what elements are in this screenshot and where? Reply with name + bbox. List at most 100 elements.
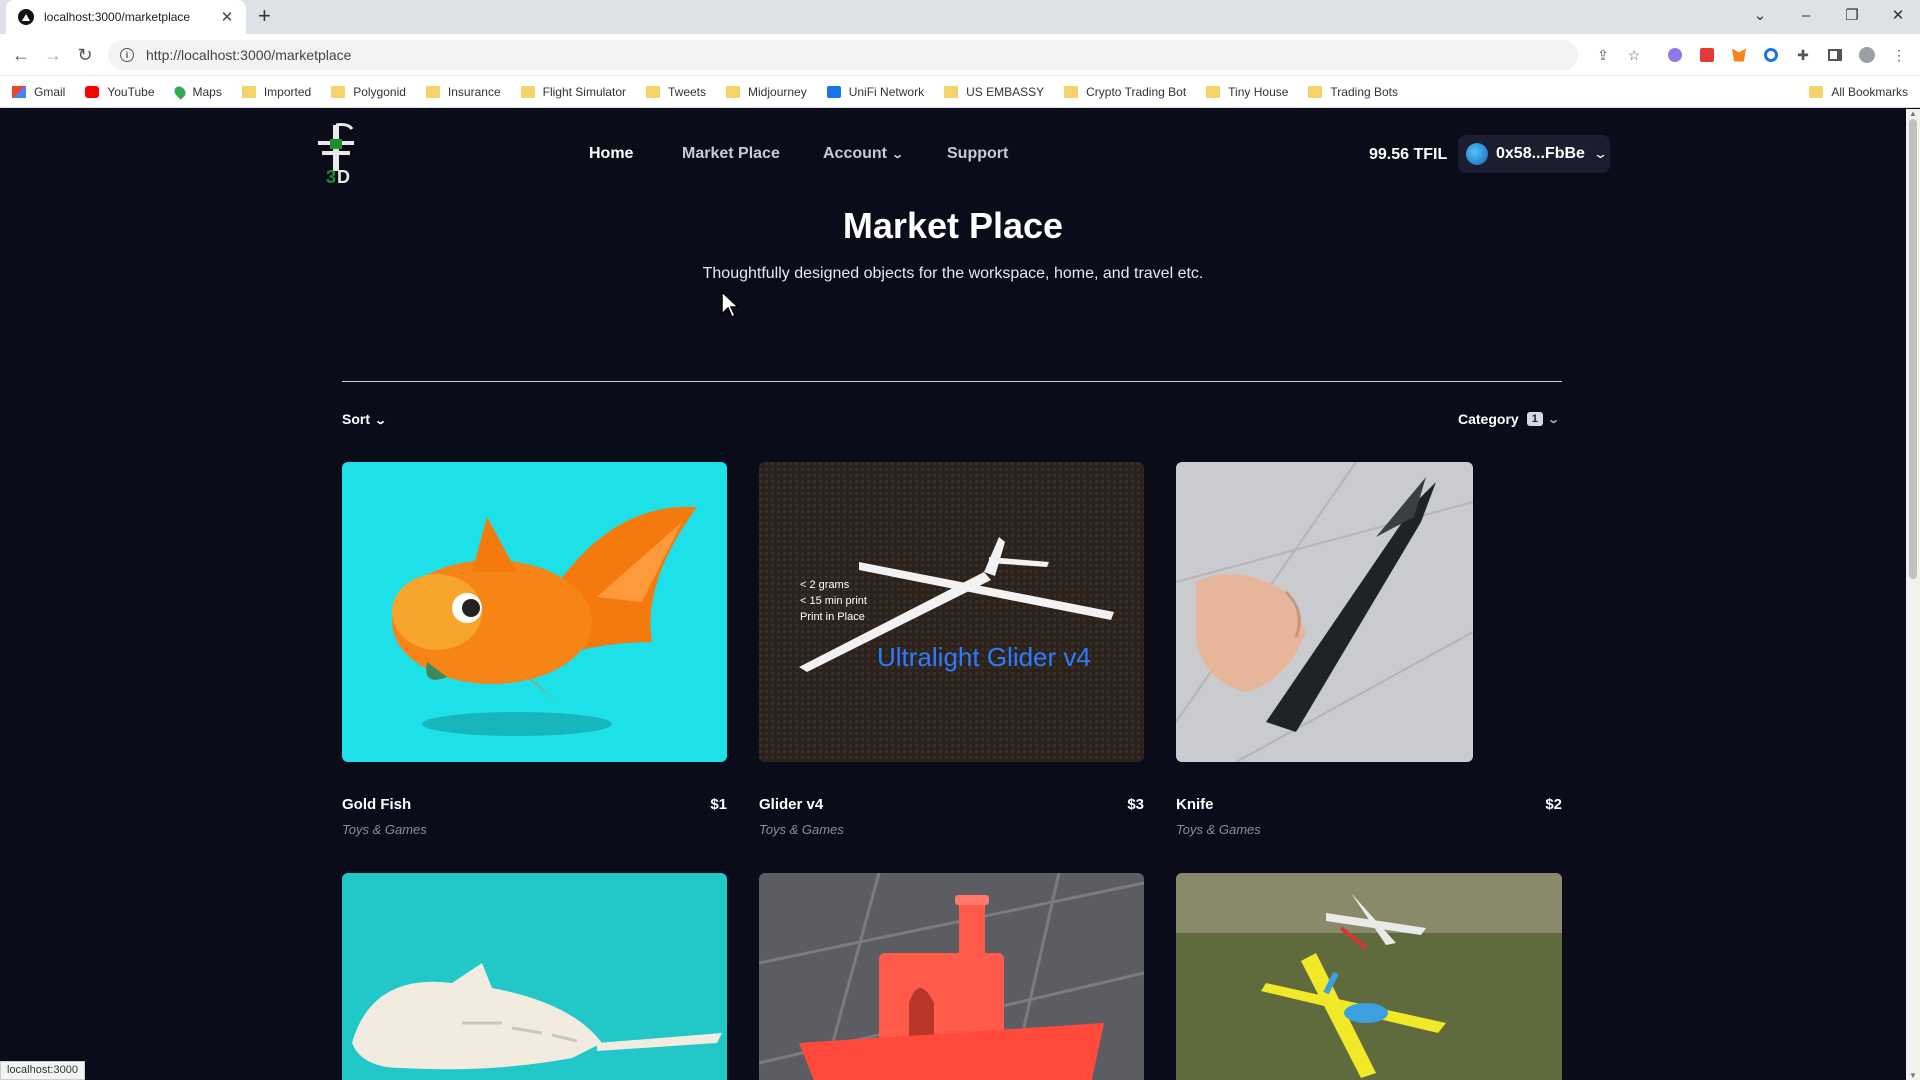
bookmark-gmail[interactable]: Gmail bbox=[12, 85, 65, 99]
folder-icon bbox=[1308, 85, 1323, 98]
extension-purple-icon[interactable] bbox=[1666, 46, 1684, 64]
site-logo[interactable]: 3 D bbox=[308, 121, 364, 187]
folder-icon bbox=[520, 85, 535, 98]
share-icon[interactable]: ⇪ bbox=[1594, 46, 1612, 64]
folder-icon bbox=[1809, 86, 1824, 98]
product-card-planes[interactable] bbox=[1176, 873, 1562, 1080]
page-scrollbar[interactable]: ▲ ▼ bbox=[1906, 109, 1920, 1080]
glider-image-text: < 2 grams < 15 min print Print in Place bbox=[800, 579, 867, 623]
bookmark-polygonid[interactable]: Polygonid bbox=[331, 85, 406, 99]
minimize-icon[interactable]: – bbox=[1784, 0, 1828, 30]
divider bbox=[342, 381, 1562, 382]
nav-account[interactable]: Account ⌄ bbox=[823, 145, 905, 163]
profile-avatar-icon[interactable] bbox=[1858, 46, 1876, 64]
bookmark-insurance[interactable]: Insurance bbox=[425, 85, 501, 99]
address-bar[interactable]: i http://localhost:3000/marketplace bbox=[108, 40, 1578, 70]
product-name: Knife bbox=[1176, 796, 1214, 813]
youtube-icon bbox=[85, 85, 100, 98]
product-price: $1 bbox=[710, 796, 727, 813]
product-image[interactable] bbox=[1176, 873, 1562, 1080]
chevron-down-icon: ⌄ bbox=[891, 149, 905, 161]
product-image[interactable] bbox=[342, 462, 727, 762]
bookmark-star-icon[interactable]: ☆ bbox=[1625, 46, 1643, 64]
folder-icon bbox=[1064, 85, 1079, 98]
tab-search-icon[interactable]: ⌄ bbox=[1738, 0, 1782, 30]
bookmark-tiny-house[interactable]: Tiny House bbox=[1206, 85, 1288, 99]
folder-icon bbox=[726, 85, 741, 98]
restore-icon[interactable]: ❐ bbox=[1830, 0, 1874, 30]
wallet-button[interactable]: 0x58...FbBe ⌄ bbox=[1458, 135, 1610, 173]
scroll-up-icon[interactable]: ▲ bbox=[1909, 109, 1917, 118]
sort-button[interactable]: Sort ⌄ bbox=[342, 411, 388, 427]
nav-support[interactable]: Support bbox=[947, 145, 1008, 163]
bookmarks-bar: Gmail YouTube Maps Imported Polygonid In… bbox=[0, 76, 1920, 108]
reload-icon[interactable]: ↻ bbox=[72, 42, 98, 68]
unifi-icon bbox=[826, 85, 841, 98]
all-bookmarks[interactable]: All Bookmarks bbox=[1809, 85, 1908, 99]
bookmark-trading-bots[interactable]: Trading Bots bbox=[1308, 85, 1398, 99]
folder-icon bbox=[944, 85, 959, 98]
chevron-down-icon: ⌄ bbox=[1546, 413, 1560, 426]
wallet-avatar-icon bbox=[1466, 143, 1488, 165]
nav-marketplace[interactable]: Market Place bbox=[682, 145, 780, 163]
folder-icon bbox=[646, 85, 660, 98]
scroll-down-icon[interactable]: ▼ bbox=[1909, 1071, 1917, 1080]
scroll-thumb[interactable] bbox=[1909, 119, 1917, 579]
product-card-glider-v4[interactable]: < 2 grams < 15 min print Print in Place … bbox=[759, 462, 1144, 842]
folder-icon bbox=[1206, 85, 1221, 98]
forward-icon[interactable]: → bbox=[40, 42, 66, 68]
side-panel-icon[interactable] bbox=[1826, 46, 1844, 64]
site-favicon-icon bbox=[18, 9, 34, 25]
nav-home[interactable]: Home bbox=[589, 145, 633, 163]
bookmark-midjourney[interactable]: Midjourney bbox=[726, 85, 807, 99]
product-image[interactable] bbox=[342, 873, 727, 1080]
tab-title: localhost:3000/marketplace bbox=[44, 10, 191, 24]
browser-toolbar: ← → ↻ i http://localhost:3000/marketplac… bbox=[0, 34, 1920, 76]
bookmark-imported[interactable]: Imported bbox=[241, 85, 311, 99]
folder-icon bbox=[241, 85, 256, 98]
product-image[interactable] bbox=[1176, 462, 1473, 762]
folder-icon bbox=[331, 85, 346, 98]
browser-tabstrip: localhost:3000/marketplace ✕ + ⌄ – ❐ ✕ bbox=[0, 0, 1920, 34]
gmail-icon bbox=[12, 85, 26, 98]
new-tab-icon[interactable]: + bbox=[258, 5, 271, 27]
product-card-gold-fish[interactable]: Gold Fish $1 Toys & Games bbox=[342, 462, 727, 842]
product-card-knife[interactable]: Knife $2 Toys & Games bbox=[1176, 462, 1562, 842]
metamask-icon[interactable] bbox=[1730, 46, 1748, 64]
close-icon[interactable]: ✕ bbox=[218, 8, 236, 26]
chevron-down-icon: ⌄ bbox=[374, 415, 388, 427]
bookmark-flight-simulator[interactable]: Flight Simulator bbox=[520, 85, 626, 99]
product-price: $2 bbox=[1545, 796, 1562, 813]
chevron-down-icon: ⌄ bbox=[1592, 146, 1609, 161]
extension-blue-ring-icon[interactable] bbox=[1762, 46, 1780, 64]
site-info-icon[interactable]: i bbox=[120, 48, 134, 62]
glider-banner-text: Ultralight Glider v4 bbox=[877, 642, 1091, 672]
window-close-icon[interactable]: ✕ bbox=[1876, 0, 1920, 30]
product-name: Glider v4 bbox=[759, 796, 824, 813]
product-image[interactable]: < 2 grams < 15 min print Print in Place … bbox=[759, 462, 1144, 762]
puzzle-extensions-icon[interactable]: ✚ bbox=[1794, 46, 1812, 64]
product-name: Gold Fish bbox=[342, 796, 412, 813]
bookmark-us-embassy[interactable]: US EMBASSY bbox=[944, 85, 1044, 99]
category-filter-button[interactable]: Category 1 ⌄ bbox=[1458, 411, 1560, 427]
svg-text:D: D bbox=[337, 167, 350, 187]
wallet-balance: 99.56 TFIL bbox=[1369, 146, 1448, 163]
product-card-benchy[interactable] bbox=[759, 873, 1144, 1080]
browser-menu-icon[interactable]: ⋮ bbox=[1890, 46, 1908, 64]
browser-tab[interactable]: localhost:3000/marketplace ✕ bbox=[6, 0, 246, 34]
back-icon[interactable]: ← bbox=[8, 42, 34, 68]
bookmark-unifi[interactable]: UniFi Network bbox=[826, 85, 924, 99]
bookmark-tweets[interactable]: Tweets bbox=[646, 85, 706, 99]
maps-pin-icon bbox=[171, 83, 188, 100]
product-category: Toys & Games bbox=[1176, 822, 1261, 837]
bookmark-crypto-trading-bot[interactable]: Crypto Trading Bot bbox=[1064, 85, 1186, 99]
bookmark-youtube[interactable]: YouTube bbox=[85, 85, 155, 99]
page-title: Market Place bbox=[842, 205, 1064, 246]
product-image[interactable] bbox=[759, 873, 1144, 1080]
wallet-address: 0x58...FbBe bbox=[1496, 145, 1585, 162]
product-card-shark[interactable] bbox=[342, 873, 727, 1080]
bookmark-maps[interactable]: Maps bbox=[171, 83, 222, 100]
product-category: Toys & Games bbox=[759, 822, 844, 837]
product-category: Toys & Games bbox=[342, 822, 427, 837]
extension-red-icon[interactable] bbox=[1698, 46, 1716, 64]
